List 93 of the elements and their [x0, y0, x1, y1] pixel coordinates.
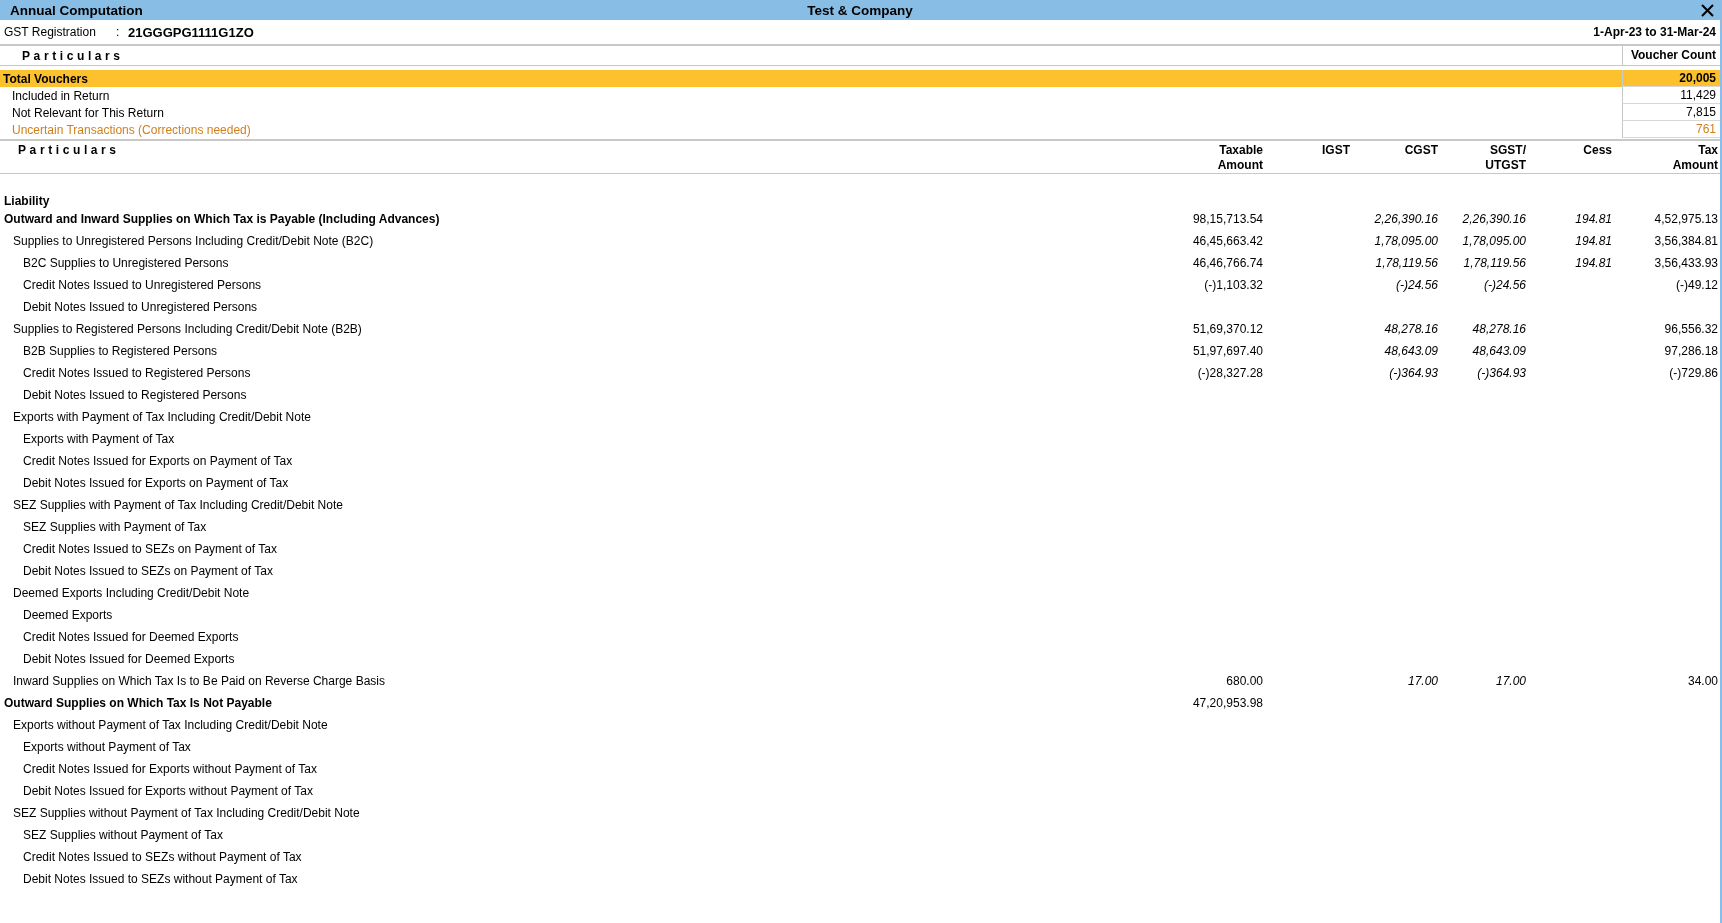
section-heading: Liability	[4, 194, 50, 208]
row-label: Included in Return	[11, 88, 110, 103]
row-label[interactable]: Credit Notes Issued to SEZs without Payment of Tax	[0, 850, 1164, 864]
row-label[interactable]: B2B Supplies to Registered Persons	[0, 344, 1164, 358]
amount-cell: (-)28,327.28	[1197, 366, 1263, 380]
column-header: Particulars	[17, 142, 121, 159]
row-label[interactable]: Outward and Inward Supplies on Which Tax is Payable (Including Advances)	[0, 212, 1164, 226]
column-header: CGST	[1404, 143, 1438, 158]
registration-label: GST Registration	[4, 25, 97, 39]
amount-cell: 194.81	[1575, 212, 1612, 226]
company-name: Test & Company	[807, 2, 913, 18]
amount-cell: 46,45,663.42	[1192, 234, 1263, 248]
amount-cell: 48,643.09	[1384, 344, 1438, 358]
amount-cell: (-)24.56	[1395, 278, 1438, 292]
row-label[interactable]: SEZ Supplies with Payment of Tax Including Credit/Debit Note	[0, 498, 1164, 512]
highlighted-row[interactable]: Total Vouchers 20,005	[0, 70, 1720, 87]
row-label[interactable]: Exports without Payment of Tax Including Credit/Debit Note	[0, 718, 1164, 732]
amount-cell: (-)364.93	[1389, 366, 1438, 380]
row-label: Uncertain Transactions (Corrections needed)	[11, 122, 251, 137]
amount-cell: 17.00	[1495, 674, 1526, 688]
close-icon	[1701, 3, 1714, 17]
row-label[interactable]: Debit Notes Issued to Registered Persons	[0, 388, 1164, 402]
amount-cell: 17.00	[1407, 674, 1438, 688]
row-label[interactable]: Supplies to Registered Persons Including Credit/Debit Note (B2B)	[0, 322, 1164, 336]
row-label[interactable]: Inward Supplies on Which Tax Is to Be Paid on Reverse Charge Basis	[0, 674, 1164, 688]
row-label[interactable]: Debit Notes Issued for Exports on Payment of Tax	[0, 476, 1164, 490]
amount-cell: 3,56,433.93	[1654, 256, 1718, 270]
row-label[interactable]: SEZ Supplies without Payment of Tax Including Credit/Debit Note	[0, 806, 1164, 820]
amount-cell: 51,97,697.40	[1192, 344, 1263, 358]
row-label[interactable]: Credit Notes Issued to Unregistered Persons	[0, 278, 1164, 292]
row-label: Total Vouchers	[2, 71, 88, 86]
row-label[interactable]: Exports without Payment of Tax	[0, 740, 1164, 754]
column-header: Particulars	[21, 48, 124, 63]
row-label[interactable]: Credit Notes Issued for Exports without Payment of Tax	[0, 762, 1164, 776]
amount-cell: (-)364.93	[1477, 366, 1526, 380]
row-label[interactable]: Credit Notes Issued for Deemed Exports	[0, 630, 1164, 644]
amount-cell: 46,46,766.74	[1192, 256, 1263, 270]
window-title: Annual Computation	[9, 2, 143, 18]
row-label[interactable]: Exports with Payment of Tax Including Credit/Debit Note	[0, 410, 1164, 424]
row-label[interactable]: B2C Supplies to Unregistered Persons	[0, 256, 1164, 270]
column-header: SGST/ UTGST	[1485, 143, 1526, 173]
row-label: Not Relevant for This Return	[11, 105, 164, 120]
amount-cell: 4,52,975.13	[1654, 212, 1718, 226]
row-label[interactable]: Debit Notes Issued to Unregistered Persons	[0, 300, 1164, 314]
amount-cell: 1,78,119.56	[1375, 256, 1438, 270]
amount-cell: 98,15,713.54	[1192, 212, 1263, 226]
row-label[interactable]: Debit Notes Issued for Deemed Exports	[0, 652, 1164, 666]
row-label[interactable]: Debit Notes Issued for Exports without Payment of Tax	[0, 784, 1164, 798]
column-header: Taxable Amount	[1217, 143, 1263, 173]
amount-cell: 96,556.32	[1664, 322, 1718, 336]
count-cell: 11,429	[1622, 87, 1720, 104]
amount-cell: (-)24.56	[1483, 278, 1526, 292]
row-label[interactable]: Supplies to Unregistered Persons Including Credit/Debit Note (B2C)	[0, 234, 1164, 248]
gstin-value: 21GGGPG1111G1ZO	[128, 24, 254, 40]
amount-cell: 1,78,095.00	[1374, 234, 1438, 248]
amount-cell: 47,20,953.98	[1192, 696, 1263, 710]
row-label[interactable]: Credit Notes Issued to Registered Persons	[0, 366, 1164, 380]
column-header: IGST	[1322, 143, 1350, 158]
amount-cell: (-)729.86	[1669, 366, 1718, 380]
column-header: Cess	[1583, 143, 1612, 158]
period-range: 1-Apr-23 to 31-Mar-24	[1593, 25, 1716, 39]
amount-cell: 194.81	[1575, 256, 1612, 270]
amount-cell: 2,26,390.16	[1374, 212, 1438, 226]
amount-cell: 2,26,390.16	[1462, 212, 1526, 226]
row-label[interactable]: Deemed Exports Including Credit/Debit Note	[0, 586, 1164, 600]
count-cell: 20,005	[1622, 70, 1720, 87]
row-label[interactable]: Credit Notes Issued for Exports on Payment of Tax	[0, 454, 1164, 468]
amount-cell: 48,278.16	[1384, 322, 1438, 336]
row-label[interactable]: SEZ Supplies without Payment of Tax	[0, 828, 1164, 842]
row-label[interactable]: Credit Notes Issued to SEZs on Payment of Tax	[0, 542, 1164, 556]
separator-colon: :	[116, 25, 121, 39]
amount-cell: 97,286.18	[1664, 344, 1718, 358]
amount-cell: 51,69,370.12	[1192, 322, 1263, 336]
amount-cell: (-)49.12	[1675, 278, 1718, 292]
row-label[interactable]: Exports with Payment of Tax	[0, 432, 1164, 446]
column-header: Voucher Count	[1622, 46, 1720, 65]
amount-cell: 194.81	[1575, 234, 1612, 248]
row-label[interactable]: Debit Notes Issued to SEZs without Payment of Tax	[0, 872, 1164, 886]
row-label[interactable]: SEZ Supplies with Payment of Tax	[0, 520, 1164, 534]
amount-cell: 1,78,119.56	[1463, 256, 1526, 270]
amount-cell: 3,56,384.81	[1654, 234, 1718, 248]
column-header: Tax Amount	[1672, 143, 1718, 173]
row-label[interactable]: Outward Supplies on Which Tax Is Not Payable	[0, 696, 1164, 710]
row-label[interactable]: Deemed Exports	[0, 608, 1164, 622]
amount-cell: 48,278.16	[1472, 322, 1526, 336]
amount-cell: 48,643.09	[1472, 344, 1526, 358]
amount-cell: (-)1,103.32	[1204, 278, 1263, 292]
amount-cell: 34.00	[1687, 674, 1718, 688]
count-cell: 7,815	[1622, 104, 1720, 121]
row-label[interactable]: Debit Notes Issued to SEZs on Payment of Tax	[0, 564, 1164, 578]
amount-cell: 680.00	[1226, 674, 1263, 688]
count-cell: 761	[1622, 121, 1720, 138]
amount-cell: 1,78,095.00	[1462, 234, 1526, 248]
